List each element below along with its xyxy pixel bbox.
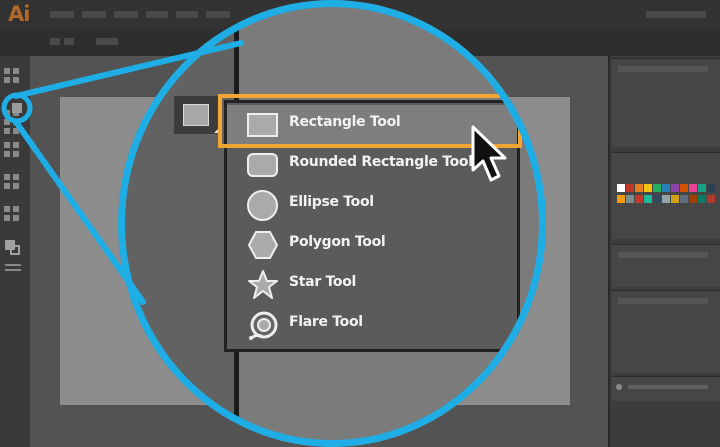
panel-tab[interactable] [618, 298, 708, 304]
control-item[interactable] [64, 38, 74, 45]
color-swatch[interactable] [644, 184, 652, 192]
symbol-sprayer-tool-icon[interactable] [4, 215, 10, 221]
screen-mode-icon[interactable] [5, 269, 21, 271]
scale-tool-icon[interactable] [13, 142, 19, 148]
type-tool-icon[interactable] [13, 110, 19, 116]
color-swatch[interactable] [707, 184, 715, 192]
color-swatch[interactable] [635, 184, 643, 192]
mesh-tool-icon[interactable] [4, 183, 10, 189]
gradient-tool-icon[interactable] [13, 183, 19, 189]
line-tool-icon[interactable] [4, 119, 10, 125]
stroke-panel [612, 244, 720, 287]
menu-item[interactable] [82, 11, 106, 18]
width-tool-icon[interactable] [4, 151, 10, 157]
color-swatch[interactable] [698, 184, 706, 192]
blend-tool-icon[interactable] [13, 206, 19, 212]
control-item[interactable] [96, 38, 118, 45]
swatch-grid [617, 184, 717, 216]
color-swatch[interactable] [689, 184, 697, 192]
rotate-tool-icon[interactable] [4, 142, 10, 148]
color-swatch[interactable] [653, 184, 661, 192]
eyedropper-tool-icon[interactable] [4, 206, 10, 212]
panel-tab[interactable] [618, 252, 708, 258]
color-swatch[interactable] [707, 195, 715, 203]
eraser-tool-icon[interactable] [13, 128, 19, 134]
panel-tab[interactable] [618, 66, 708, 72]
color-swatch[interactable] [653, 195, 661, 203]
shape-builder-tool-icon[interactable] [4, 174, 10, 180]
control-item[interactable] [50, 38, 60, 45]
color-swatch[interactable] [626, 184, 634, 192]
visibility-icon[interactable] [616, 384, 622, 390]
pencil-tool-icon[interactable] [4, 128, 10, 134]
lasso-tool-icon[interactable] [13, 77, 19, 83]
layer-name[interactable] [628, 385, 708, 389]
pen-tool-icon[interactable] [4, 110, 10, 116]
color-swatch[interactable] [680, 195, 688, 203]
color-swatch[interactable] [662, 184, 670, 192]
selection-tool-icon[interactable] [4, 68, 10, 74]
color-swatch[interactable] [680, 184, 688, 192]
free-transform-tool-icon[interactable] [13, 151, 19, 157]
color-swatch[interactable] [671, 195, 679, 203]
color-swatch[interactable] [689, 195, 697, 203]
direct-selection-tool-icon[interactable] [13, 68, 19, 74]
paintbrush-tool-icon[interactable] [13, 119, 19, 125]
color-swatch[interactable] [617, 184, 625, 192]
color-swatch[interactable] [635, 195, 643, 203]
drawing-mode-icon[interactable] [5, 264, 21, 266]
zoom-ring [118, 0, 546, 447]
color-swatch[interactable] [698, 195, 706, 203]
color-swatch[interactable] [617, 195, 625, 203]
graph-tool-icon[interactable] [13, 215, 19, 221]
color-swatch[interactable] [626, 195, 634, 203]
workspace-switcher[interactable] [646, 11, 706, 18]
color-swatch[interactable] [662, 195, 670, 203]
stroke-color-icon[interactable] [10, 245, 20, 255]
tools-grid [4, 68, 26, 408]
menu-item[interactable] [50, 11, 74, 18]
color-swatch[interactable] [644, 195, 652, 203]
magic-wand-tool-icon[interactable] [4, 77, 10, 83]
illustrator-logo: Ai [8, 2, 30, 26]
perspective-tool-icon[interactable] [13, 174, 19, 180]
color-swatch[interactable] [671, 184, 679, 192]
